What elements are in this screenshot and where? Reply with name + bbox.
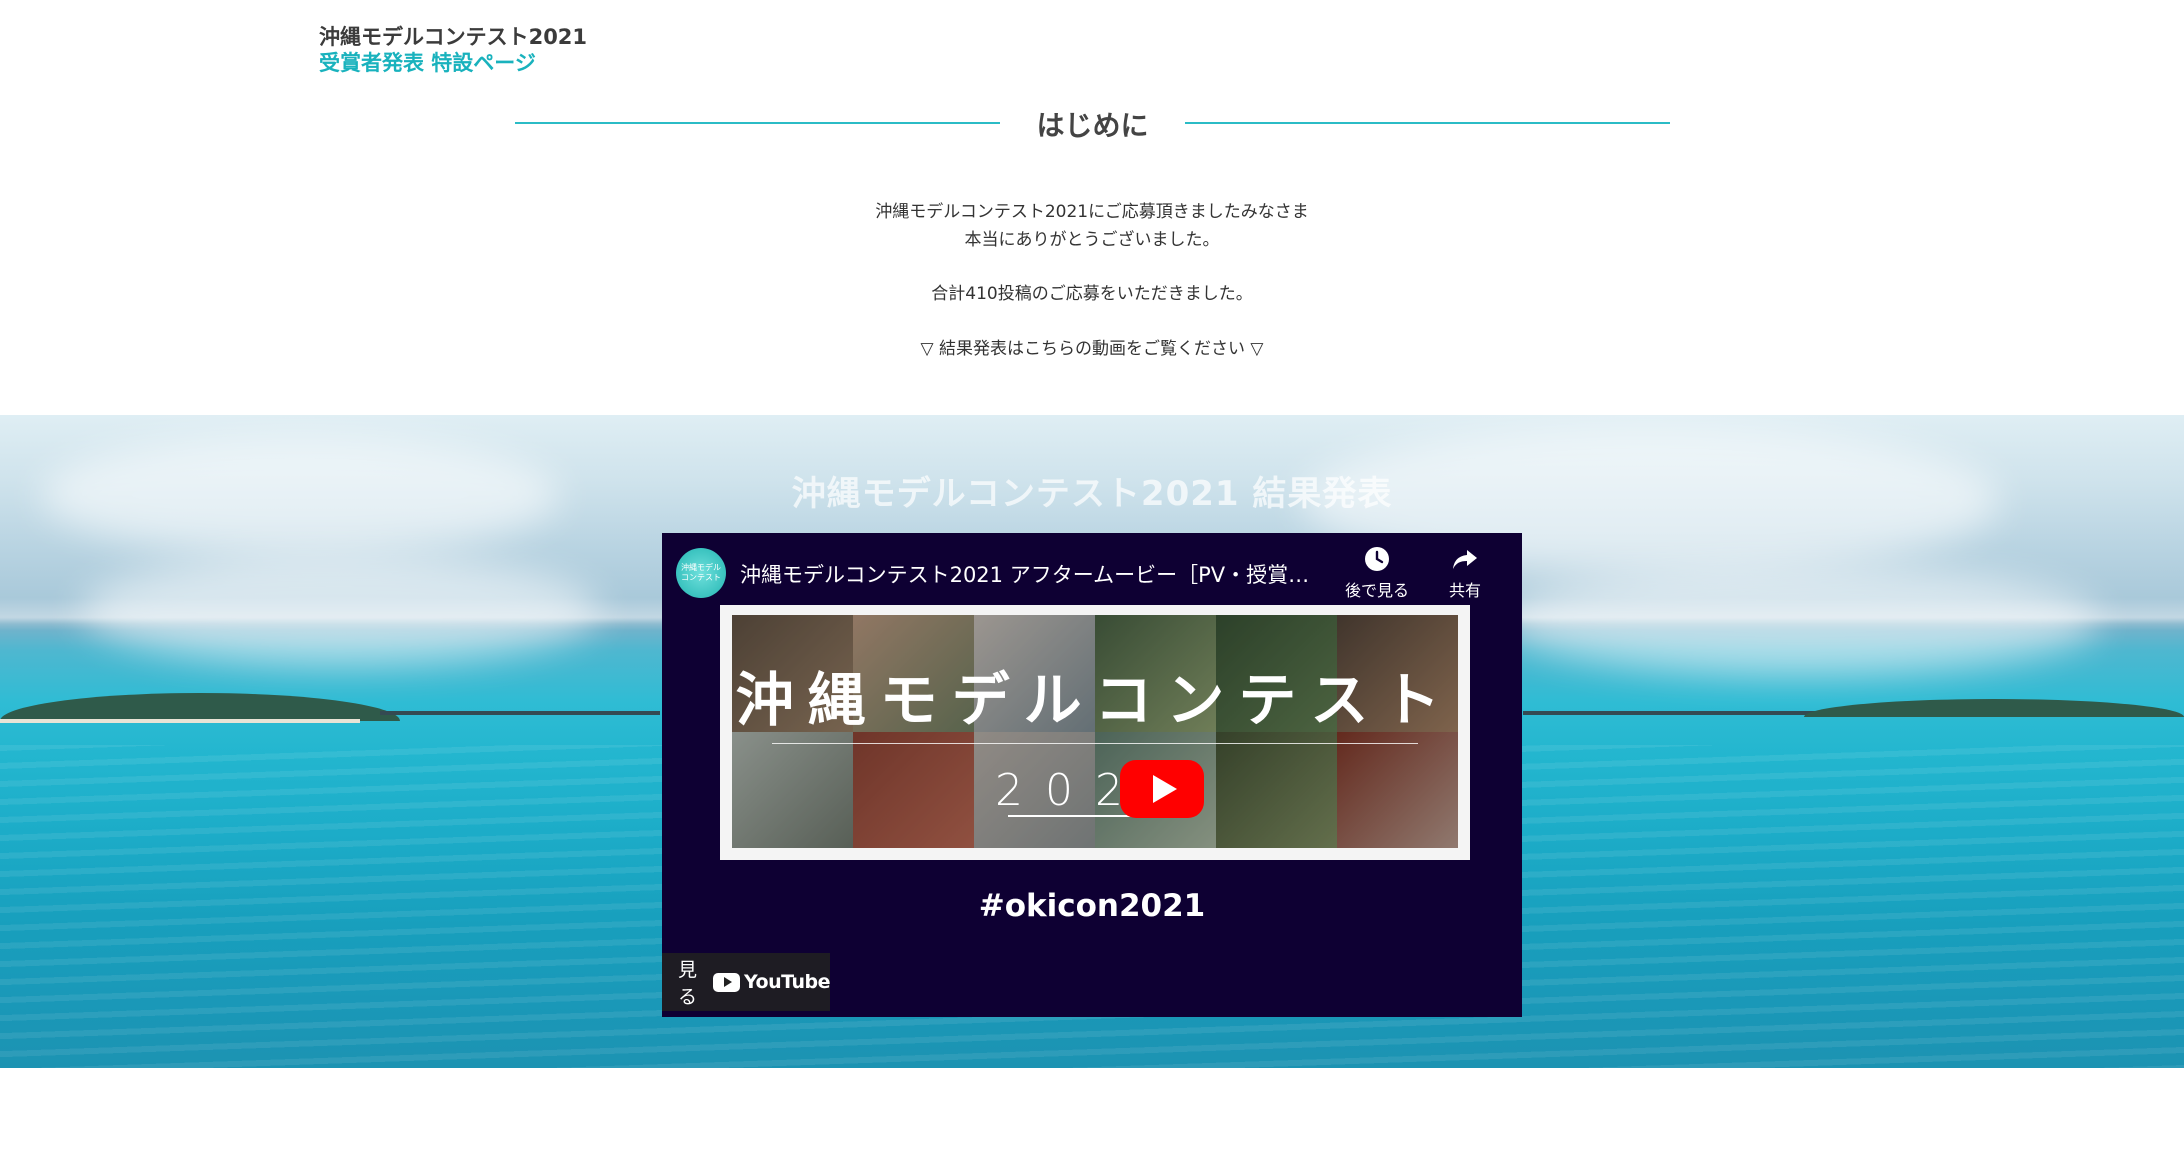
video-thumbnail: 沖縄モデルコンテスト 2021	[732, 615, 1458, 848]
video-thumbnail-frame: 沖縄モデルコンテスト 2021	[720, 605, 1470, 860]
bridge-right	[1523, 711, 1823, 715]
share-button[interactable]: 共有	[1420, 545, 1510, 601]
intro-section-heading: はじめに	[515, 100, 1670, 146]
island-shore	[0, 719, 360, 723]
page: 沖縄モデルコンテスト2021 受賞者発表 特設ページ はじめに 沖縄モデルコンテ…	[0, 0, 2184, 1160]
intro-paragraph-1: 沖縄モデルコンテスト2021にご応募頂きましたみなさま 本当にありがとうございま…	[0, 198, 2184, 254]
site-brand-link[interactable]: 沖縄モデルコンテスト2021 受賞者発表 特設ページ	[319, 24, 587, 76]
youtube-logo-icon: YouTube	[713, 971, 830, 993]
thumbnail-year: 2021	[995, 765, 1195, 816]
youtube-video-embed[interactable]: 沖縄モデル コンテスト 沖縄モデルコンテスト2021 アフタームービー［PV・授…	[662, 533, 1522, 1017]
island-right	[1804, 699, 2184, 717]
youtube-play-mark-icon	[713, 972, 741, 992]
video-hashtag: #okicon2021	[978, 888, 1206, 924]
clock-icon	[1365, 547, 1389, 571]
channel-avatar-text: 沖縄モデル コンテスト	[681, 563, 721, 582]
brand-subtitle: 受賞者発表 特設ページ	[319, 51, 536, 75]
watch-later-label: 後で見る	[1344, 581, 1409, 600]
intro-text-line: ▽ 結果発表はこちらの動画をご覧ください ▽	[920, 339, 1264, 359]
video-title-link[interactable]: 沖縄モデルコンテスト2021 アフタームービー［PV・授賞式］	[740, 559, 1320, 589]
cloud-shape	[1500, 565, 2100, 675]
play-button[interactable]	[1120, 760, 1204, 818]
share-arrow-icon	[1453, 550, 1477, 569]
watch-later-button[interactable]: 後で見る	[1332, 545, 1422, 601]
share-label: 共有	[1448, 581, 1481, 600]
watch-on-label: 見る	[678, 959, 698, 1008]
channel-avatar[interactable]: 沖縄モデル コンテスト	[676, 548, 726, 598]
intro-paragraph-2: 合計410投稿のご応募をいただきました。	[0, 280, 2184, 308]
youtube-wordmark: YouTube	[744, 971, 830, 993]
section-title: はじめに	[1036, 109, 1149, 142]
watch-on-youtube-button[interactable]: 見る YouTube	[662, 953, 830, 1011]
intro-text-line: 本当にありがとうございました。	[964, 230, 1220, 250]
intro-text-line: 沖縄モデルコンテスト2021にご応募頂きましたみなさま	[875, 202, 1309, 222]
play-icon	[1152, 775, 1177, 803]
intro-text-line: 合計410投稿のご応募をいただきました。	[931, 284, 1253, 304]
intro-paragraph-3: ▽ 結果発表はこちらの動画をご覧ください ▽	[0, 335, 2184, 363]
brand-title: 沖縄モデルコンテスト2021	[319, 25, 588, 49]
thumbnail-title: 沖縄モデルコンテスト	[735, 666, 1455, 734]
results-title: 沖縄モデルコンテスト2021 結果発表	[791, 474, 1393, 514]
heading-rule-right	[1185, 122, 1670, 124]
island-left	[0, 693, 400, 721]
video-top-bar: 沖縄モデル コンテスト 沖縄モデルコンテスト2021 アフタームービー［PV・授…	[662, 533, 1522, 613]
bridge-left	[380, 711, 660, 715]
cloud-shape	[80, 555, 600, 665]
thumbnail-divider	[772, 743, 1418, 744]
